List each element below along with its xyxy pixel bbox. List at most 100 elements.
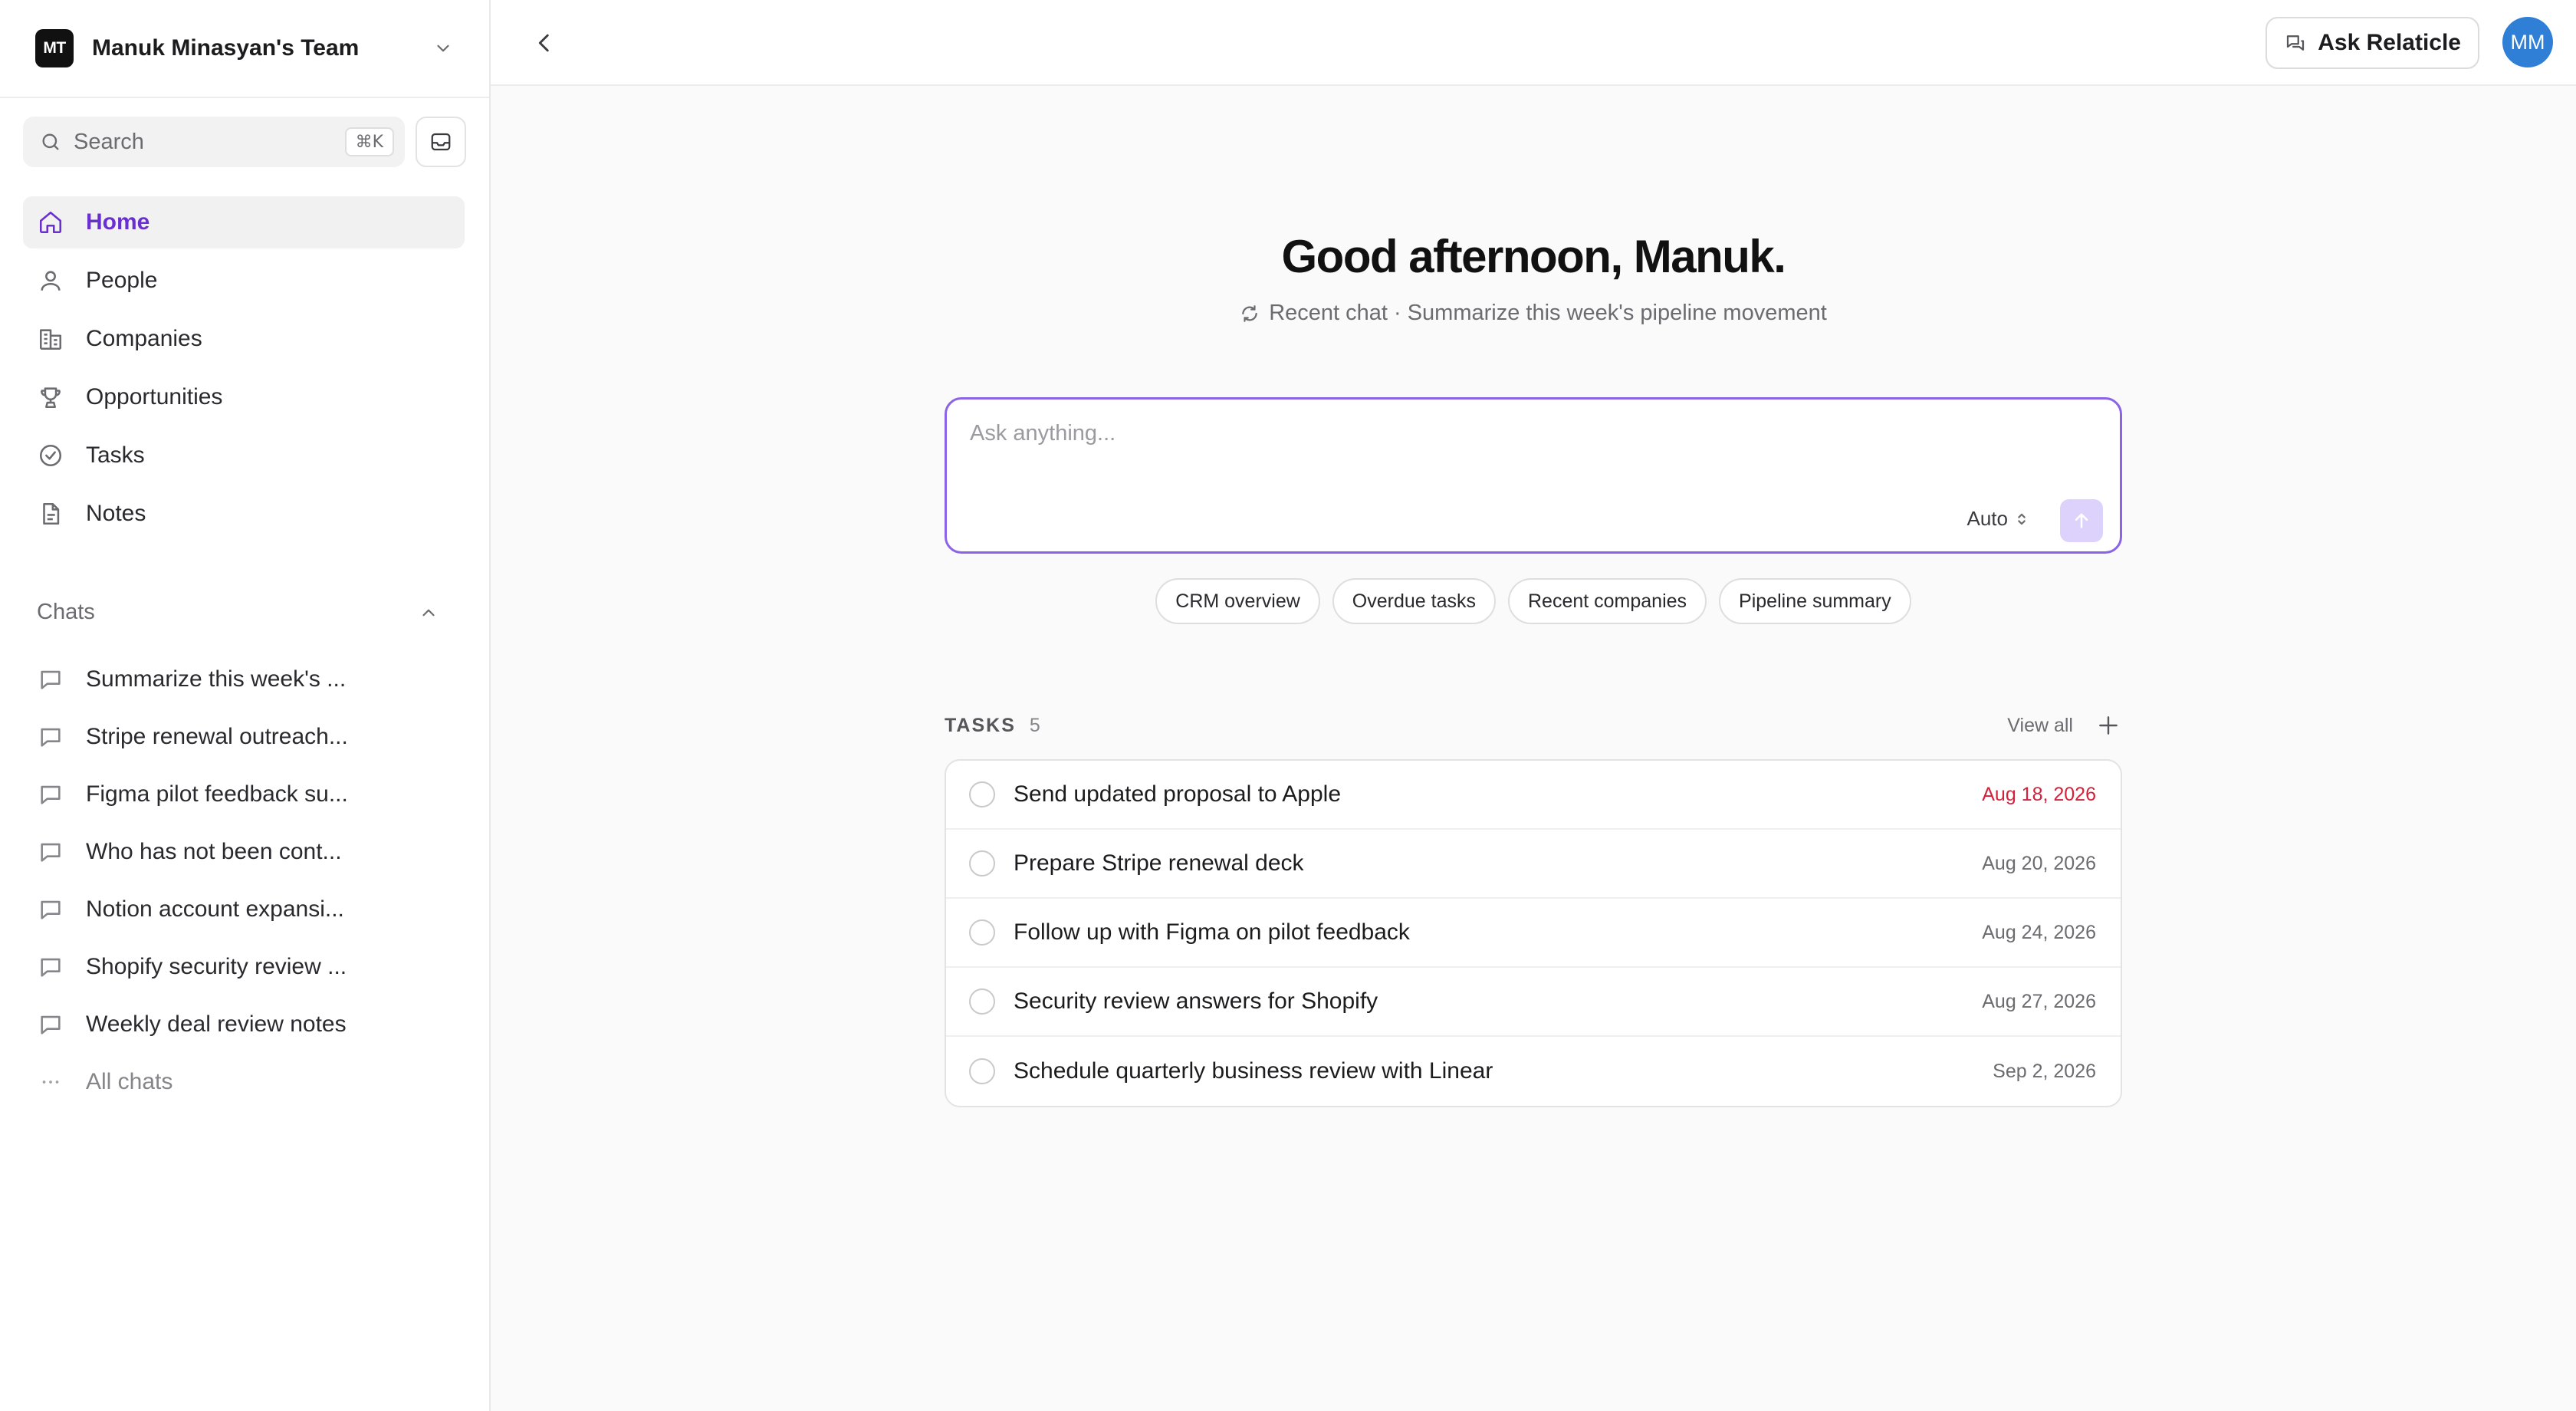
sidebar: MT Manuk Minasyan's Team Search ⌘K Home [0, 0, 491, 1411]
nav-item-companies[interactable]: Companies [23, 313, 465, 365]
suggestion-chips: CRM overview Overdue tasks Recent compan… [491, 578, 2576, 624]
nav-item-label: People [86, 268, 158, 293]
task-row[interactable]: Send updated proposal to Apple Aug 18, 2… [946, 761, 2121, 830]
task-title: Send updated proposal to Apple [1014, 781, 1342, 807]
home-icon [37, 209, 64, 236]
refresh-icon [1240, 304, 1260, 324]
nav-item-label: Notes [86, 501, 146, 526]
mode-select[interactable]: Auto [1967, 507, 2029, 531]
chat-item-label: Figma pilot feedback su... [86, 781, 348, 807]
chip-pipeline-summary[interactable]: Pipeline summary [1719, 578, 1911, 624]
chat-bubble-icon [37, 781, 64, 808]
search-shortcut-badge: ⌘K [344, 127, 394, 156]
search-label: Search [74, 129, 144, 154]
greeting-title: Good afternoon, Manuk. [1281, 231, 1786, 282]
chat-sparkle-icon [2284, 31, 2307, 54]
chat-bubble-icon [37, 896, 64, 923]
task-checkbox[interactable] [969, 988, 995, 1015]
tasks-header: TASKS 5 View all [945, 712, 2122, 739]
search-icon [40, 131, 61, 153]
chat-bubble-icon [37, 838, 64, 866]
chip-recent-companies[interactable]: Recent companies [1507, 578, 1707, 624]
chats-section-title: Chats [37, 600, 95, 624]
recent-chat-link[interactable]: Recent chat · Summarize this week's pipe… [491, 301, 2576, 326]
chat-item-label: Notion account expansi... [86, 896, 344, 922]
chevron-up-icon[interactable] [419, 603, 439, 623]
team-name: Manuk Minasyan's Team [92, 35, 360, 61]
recent-chat-text: Recent chat · Summarize this week's pipe… [1269, 301, 1827, 325]
nav-item-opportunities[interactable]: Opportunities [23, 371, 465, 423]
chip-overdue-tasks[interactable]: Overdue tasks [1332, 578, 1496, 624]
inbox-button[interactable] [416, 117, 466, 167]
task-row[interactable]: Schedule quarterly business review with … [946, 1037, 2121, 1106]
chat-bubble-icon [37, 723, 64, 751]
chevron-updown-icon [2016, 511, 2028, 528]
add-task-button[interactable] [2095, 712, 2122, 739]
nav-item-label: Companies [86, 326, 202, 351]
task-title: Security review answers for Shopify [1014, 988, 1378, 1014]
chevron-down-icon[interactable] [432, 38, 454, 59]
arrow-up-icon [2071, 510, 2092, 531]
task-due-date: Aug 27, 2026 [1982, 990, 2096, 1012]
building-icon [37, 325, 64, 353]
nav-item-home[interactable]: Home [23, 196, 465, 248]
task-title: Prepare Stripe renewal deck [1014, 850, 1304, 876]
chat-item[interactable]: Stripe renewal outreach... [23, 708, 465, 765]
task-title: Schedule quarterly business review with … [1014, 1058, 1493, 1084]
task-checkbox[interactable] [969, 1058, 995, 1084]
task-row[interactable]: Follow up with Figma on pilot feedback A… [946, 899, 2121, 968]
chat-composer: Auto [945, 397, 2122, 554]
nav-item-tasks[interactable]: Tasks [23, 429, 465, 482]
task-due-date: Aug 24, 2026 [1982, 921, 2096, 943]
check-circle-icon [37, 442, 64, 469]
send-button[interactable] [2060, 499, 2103, 542]
chat-item[interactable]: Notion account expansi... [23, 880, 465, 938]
back-button[interactable] [527, 26, 561, 60]
chat-item[interactable]: Figma pilot feedback su... [23, 765, 465, 823]
task-checkbox[interactable] [969, 850, 995, 877]
mode-select-label: Auto [1967, 507, 2009, 530]
tasks-title: TASKS [945, 714, 1016, 736]
all-chats-label: All chats [86, 1068, 173, 1094]
ask-relaticle-button[interactable]: Ask Relaticle [2266, 17, 2479, 69]
nav-item-notes[interactable]: Notes [23, 488, 465, 540]
chats-section-header[interactable]: Chats [37, 600, 439, 625]
tasks-list: Send updated proposal to Apple Aug 18, 2… [945, 759, 2122, 1107]
search-button[interactable]: Search ⌘K [23, 117, 405, 167]
ask-input[interactable] [970, 421, 2043, 446]
task-row[interactable]: Prepare Stripe renewal deck Aug 20, 2026 [946, 830, 2121, 899]
tasks-count: 5 [1029, 714, 1040, 736]
chat-item[interactable]: Who has not been cont... [23, 823, 465, 880]
user-avatar[interactable]: MM [2502, 17, 2553, 67]
task-checkbox[interactable] [969, 781, 995, 807]
nav-item-people[interactable]: People [23, 255, 465, 307]
task-row[interactable]: Security review answers for Shopify Aug … [946, 968, 2121, 1037]
chat-item[interactable]: Weekly deal review notes [23, 995, 465, 1053]
task-due-date: Aug 18, 2026 [1982, 783, 2096, 805]
view-all-tasks-link[interactable]: View all [2007, 715, 2073, 737]
chat-item-label: Who has not been cont... [86, 838, 342, 864]
chat-item-label: Summarize this week's ... [86, 666, 347, 692]
ellipsis-icon [37, 1068, 64, 1096]
chip-crm-overview[interactable]: CRM overview [1155, 578, 1320, 624]
all-chats-link[interactable]: All chats [23, 1053, 465, 1110]
inbox-icon [429, 130, 452, 153]
chat-bubble-icon [37, 1011, 64, 1038]
nav-item-label: Tasks [86, 442, 145, 468]
chat-item[interactable]: Shopify security review ... [23, 938, 465, 995]
team-logo: MT [35, 29, 74, 67]
chats-list: Summarize this week's ... Stripe renewal… [23, 650, 465, 1110]
document-icon [37, 500, 64, 528]
team-switcher[interactable]: MT Manuk Minasyan's Team [0, 0, 489, 98]
nav-item-label: Home [86, 209, 150, 235]
trophy-icon [37, 383, 64, 411]
person-icon [37, 267, 64, 294]
chevron-left-icon [531, 30, 557, 56]
chat-bubble-icon [37, 666, 64, 693]
plus-icon [2096, 713, 2121, 738]
nav-item-label: Opportunities [86, 384, 223, 409]
primary-nav: Home People Companies Opportunities Task… [23, 196, 465, 546]
chat-item[interactable]: Summarize this week's ... [23, 650, 465, 708]
chat-item-label: Stripe renewal outreach... [86, 723, 348, 749]
task-checkbox[interactable] [969, 919, 995, 946]
